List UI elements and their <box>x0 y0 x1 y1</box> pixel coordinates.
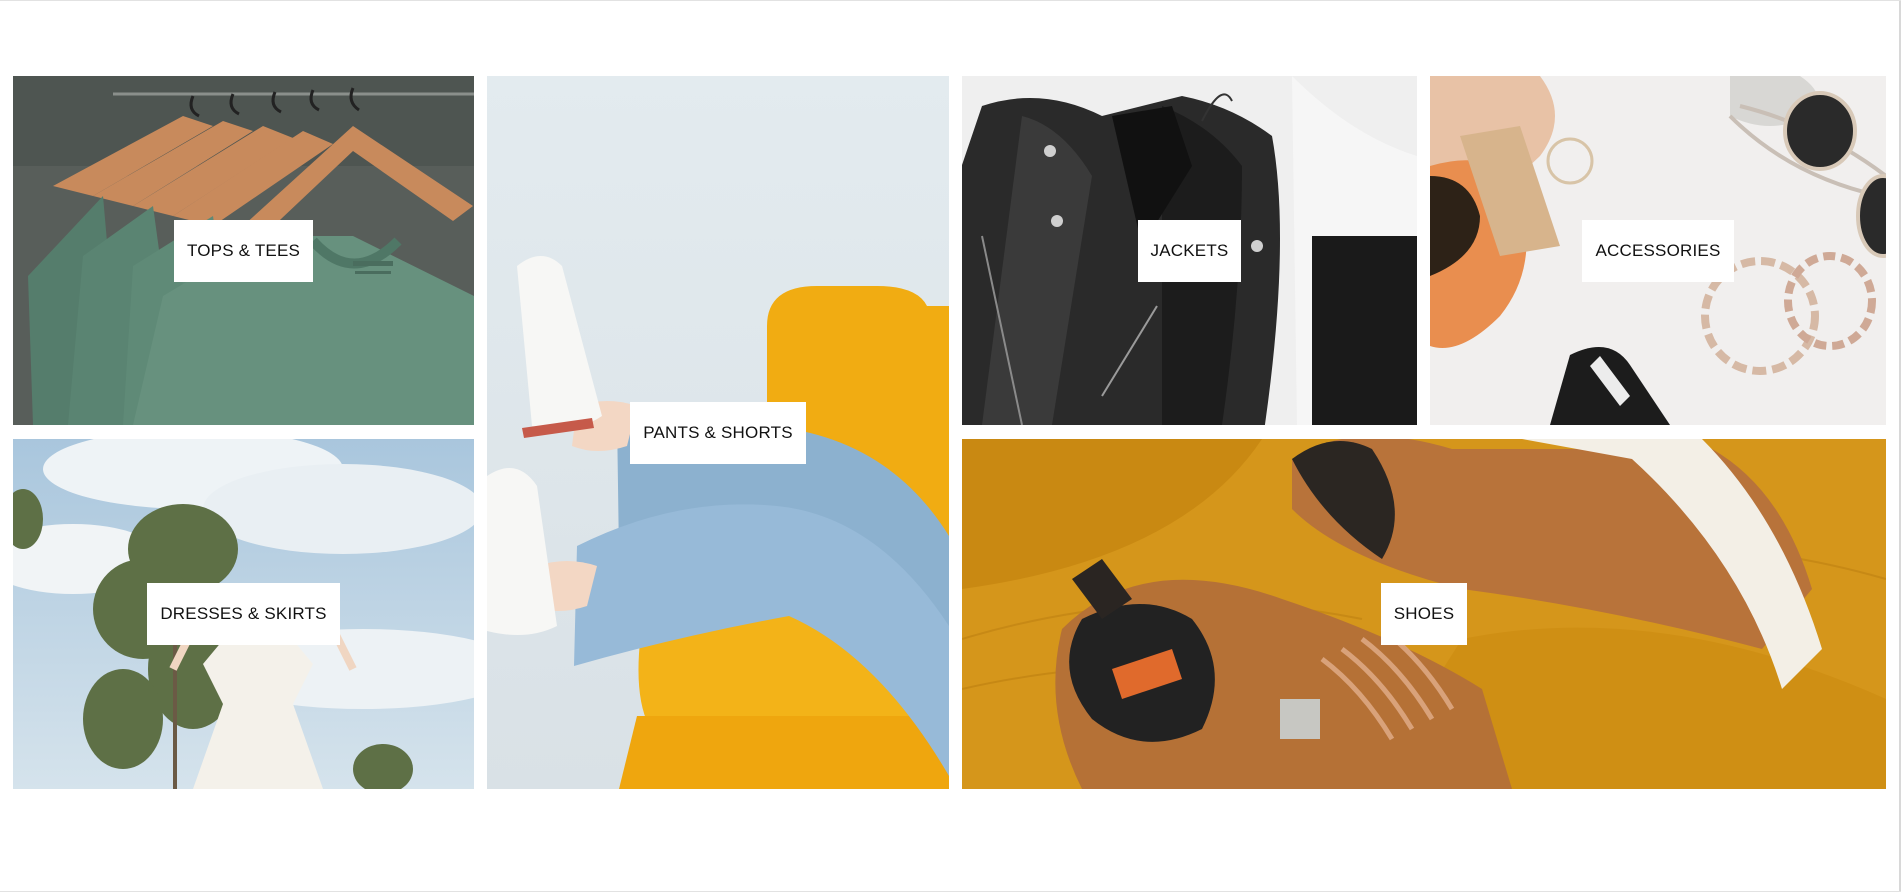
category-tile-pants-shorts[interactable]: PANTS & SHORTS <box>487 76 949 789</box>
category-tile-shoes[interactable]: SHOES <box>962 439 1886 789</box>
category-label: SHOES <box>1380 583 1468 645</box>
category-label: PANTS & SHORTS <box>630 401 806 464</box>
category-label: DRESSES & SKIRTS <box>147 583 340 645</box>
category-tile-jackets[interactable]: JACKETS <box>962 76 1417 425</box>
category-tile-dresses-skirts[interactable]: DRESSES & SKIRTS <box>13 439 474 789</box>
category-tile-tops-tees[interactable]: TOPS & TEES <box>13 76 474 425</box>
category-grid: TOPS & TEES PANTS & SHORTS JACKETS ACCES… <box>13 76 1887 789</box>
category-label: TOPS & TEES <box>173 219 314 282</box>
category-label: JACKETS <box>1137 219 1242 282</box>
category-tile-accessories[interactable]: ACCESSORIES <box>1430 76 1886 425</box>
category-label: ACCESSORIES <box>1582 219 1734 282</box>
category-page: TOPS & TEES PANTS & SHORTS JACKETS ACCES… <box>0 0 1901 892</box>
